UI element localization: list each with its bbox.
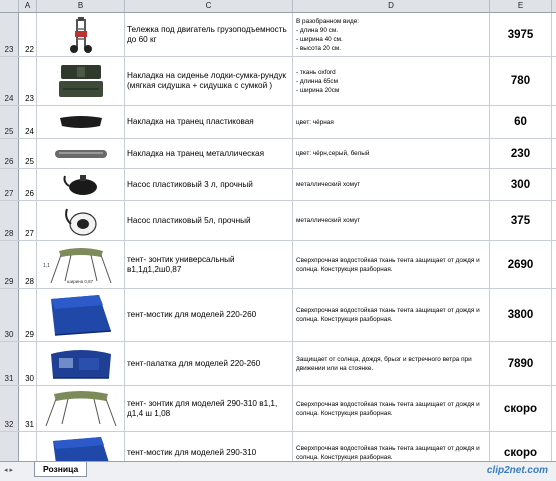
row-header[interactable]: 25: [0, 106, 19, 138]
sheet-tab-roznica[interactable]: Розница: [34, 462, 88, 477]
row-header[interactable]: 24: [0, 57, 19, 105]
cell-image[interactable]: 1,1 ширина 0,87: [37, 241, 125, 288]
table-row: 24 23 Накладка на сиденье лодки-сумка-ру…: [0, 57, 556, 106]
table-row: 25 24 Накладка на транец пластиковая цве…: [0, 106, 556, 139]
cell-number[interactable]: 26: [19, 169, 37, 200]
column-header-d[interactable]: D: [293, 0, 490, 12]
tent-palatka-image: [50, 349, 111, 379]
cell-image[interactable]: [37, 139, 125, 168]
cell-number[interactable]: 28: [19, 241, 37, 288]
cell-price[interactable]: 780: [490, 57, 552, 105]
cell-price[interactable]: 3975: [490, 13, 552, 56]
cell-description[interactable]: цвет: чёрная: [293, 106, 490, 138]
select-all-corner[interactable]: [0, 0, 19, 12]
umbrella-tent-large-image: [45, 390, 116, 426]
cell-number[interactable]: 24: [19, 106, 37, 138]
cell-description[interactable]: Защищает от солнца, дождя, брызг и встре…: [293, 342, 490, 385]
column-header-e[interactable]: E: [490, 0, 552, 12]
cell-price[interactable]: 2690: [490, 241, 552, 288]
cell-description[interactable]: Сверхпрочная водостойкая ткань тента защ…: [293, 386, 490, 431]
cell-description[interactable]: металлический хомут: [293, 169, 490, 200]
cell-price[interactable]: скоро: [490, 386, 552, 431]
seat-bag-image: [58, 65, 103, 97]
column-header-bar: A B C D E: [0, 0, 556, 13]
watermark-logo: clip2net.com: [486, 465, 548, 476]
row-header[interactable]: 30: [0, 289, 19, 341]
cell-image[interactable]: [37, 289, 125, 341]
column-header-a[interactable]: A: [19, 0, 37, 12]
cell-name[interactable]: тент- зонтик универсальный в1,1д1,2ш0,87: [125, 241, 293, 288]
cell-price[interactable]: 230: [490, 139, 552, 168]
cell-description[interactable]: цвет: чёрн,серый, белый: [293, 139, 490, 168]
umbrella-tent-image: 1,1 ширина 0,87: [43, 247, 111, 284]
row-header[interactable]: 28: [0, 201, 19, 240]
pump-3l-image: [63, 174, 97, 195]
sheet-nav-arrows[interactable]: ◂ ▸: [4, 466, 13, 474]
sheet-tab-bar: ◂ ▸ Розница clip2net.com: [0, 461, 556, 481]
cart-image: [69, 16, 92, 53]
column-header-b[interactable]: B: [37, 0, 125, 12]
table-row: 23 22 Тележка под двигатель грузоподъемн…: [0, 13, 556, 57]
cell-image[interactable]: [37, 386, 125, 431]
cell-price[interactable]: 300: [490, 169, 552, 200]
cell-image[interactable]: [37, 342, 125, 385]
cell-number[interactable]: 22: [19, 13, 37, 56]
cell-description[interactable]: В разобранном виде: - длина 90 см. - шир…: [293, 13, 490, 56]
table-row: 28 27 Насос пластиковый 5л, прочный мета…: [0, 201, 556, 241]
umbrella-dim-label: 1,1: [43, 263, 50, 269]
table-row: 27 26 Насос пластиковый 3 л, прочный мет…: [0, 169, 556, 201]
cell-price[interactable]: 7890: [490, 342, 552, 385]
cell-price[interactable]: 375: [490, 201, 552, 240]
cell-description[interactable]: металлический хомут: [293, 201, 490, 240]
cell-number[interactable]: 27: [19, 201, 37, 240]
cell-number[interactable]: 23: [19, 57, 37, 105]
table-row: 29 28 1,1 ширина 0,87 тент- зонтик униве…: [0, 241, 556, 289]
cell-name[interactable]: Накладка на транец пластиковая: [125, 106, 293, 138]
cell-name[interactable]: тент-мостик для моделей 220-260: [125, 289, 293, 341]
cell-name[interactable]: Накладка на сиденье лодки-сумка-рундук (…: [125, 57, 293, 105]
table-row: 26 25 Накладка на транец металлическая ц…: [0, 139, 556, 169]
cell-name[interactable]: Насос пластиковый 5л, прочный: [125, 201, 293, 240]
cell-price[interactable]: 3800: [490, 289, 552, 341]
row-header[interactable]: 26: [0, 139, 19, 168]
cell-price[interactable]: 60: [490, 106, 552, 138]
cell-name[interactable]: Накладка на транец металлическая: [125, 139, 293, 168]
cell-number[interactable]: 25: [19, 139, 37, 168]
table-row: 30 29 тент-мостик для моделей 220-260 Св…: [0, 289, 556, 342]
table-row: 32 31 тент- зонтик для моделей 290-310 в…: [0, 386, 556, 432]
transom-plastic-image: [59, 116, 102, 128]
row-header[interactable]: 27: [0, 169, 19, 200]
cell-description[interactable]: Сверхпрочная водостойкая ткань тента защ…: [293, 289, 490, 341]
cell-description[interactable]: - ткань oxford - длинна 65см - ширина 20…: [293, 57, 490, 105]
cell-image[interactable]: [37, 57, 125, 105]
cell-name[interactable]: Тележка под двигатель грузоподъемность д…: [125, 13, 293, 56]
transom-metal-image: [54, 149, 107, 158]
bridge-tent-image: [50, 295, 111, 336]
cell-image[interactable]: [37, 13, 125, 56]
row-header[interactable]: 23: [0, 13, 19, 56]
row-header[interactable]: 31: [0, 342, 19, 385]
table-row: 31 30 тент-палатка для моделей 220-260 З…: [0, 342, 556, 386]
cell-number[interactable]: 30: [19, 342, 37, 385]
cell-number[interactable]: 31: [19, 386, 37, 431]
cell-image[interactable]: [37, 106, 125, 138]
cell-name[interactable]: тент- зонтик для моделей 290-310 в1,1, д…: [125, 386, 293, 431]
row-header[interactable]: 32: [0, 386, 19, 431]
cell-image[interactable]: [37, 169, 125, 200]
cell-image[interactable]: [37, 201, 125, 240]
cell-description[interactable]: Сверхпрочная водостойкая ткань тента защ…: [293, 241, 490, 288]
cell-number[interactable]: 29: [19, 289, 37, 341]
umbrella-width-label: ширина 0,87: [67, 279, 94, 284]
cell-name[interactable]: тент-палатка для моделей 220-260: [125, 342, 293, 385]
row-header[interactable]: 29: [0, 241, 19, 288]
cell-name[interactable]: Насос пластиковый 3 л, прочный: [125, 169, 293, 200]
column-header-c[interactable]: C: [125, 0, 293, 12]
pump-5l-image: [64, 208, 97, 236]
